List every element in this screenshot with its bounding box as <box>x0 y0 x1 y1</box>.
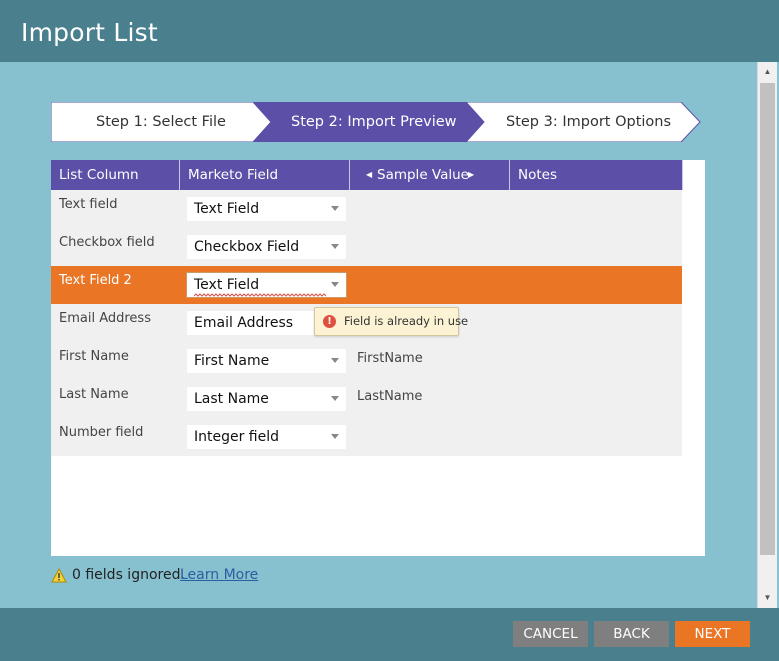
marketo-field-select[interactable]: Text Field <box>187 197 346 221</box>
error-icon: ! <box>323 315 336 328</box>
marketo-field-select[interactable]: Integer field <box>187 425 346 449</box>
list-column-name: First Name <box>59 349 129 364</box>
field-in-use-tooltip: ! Field is already in use <box>314 307 468 336</box>
scroll-up-icon[interactable]: ▲ <box>758 62 777 82</box>
wizard-steps: Step 1: Select File Step 2: Import Previ… <box>51 102 701 142</box>
list-column-name: Email Address <box>59 311 151 326</box>
table-header: List Column Marketo Field ◀ Sample Value… <box>51 160 683 190</box>
list-column-name: Number field <box>59 425 144 440</box>
step-label: Step 2: Import Preview <box>291 114 457 130</box>
chevron-down-icon <box>331 358 339 363</box>
step-label: Step 1: Select File <box>96 114 226 130</box>
list-column-name: Last Name <box>59 387 129 402</box>
cancel-button[interactable]: CANCEL <box>513 621 588 647</box>
header-marketo-field: Marketo Field <box>180 160 350 190</box>
list-column-name: Checkbox field <box>59 235 155 250</box>
step-label: Step 3: Import Options <box>506 114 672 130</box>
table-row: Checkbox field Checkbox Field <box>51 228 682 266</box>
chevron-down-icon <box>331 282 339 287</box>
list-column-name: Text field <box>59 197 118 212</box>
dialog-footer: CANCEL BACK NEXT <box>0 608 779 661</box>
marketo-field-select[interactable]: Checkbox Field <box>187 235 346 259</box>
marketo-field-select[interactable]: Last Name <box>187 387 346 411</box>
tooltip-text: Field is already in use <box>344 314 469 328</box>
learn-more-link[interactable]: Learn More <box>180 567 258 583</box>
table-row: Last Name Last Name LastName <box>51 380 682 418</box>
scroll-down-icon[interactable]: ▼ <box>758 588 777 608</box>
sample-value: LastName <box>357 389 423 404</box>
marketo-field-select[interactable]: Text Field <box>186 272 347 298</box>
table-row: First Name First Name FirstName <box>51 342 682 380</box>
next-sample-icon[interactable]: ▶ <box>468 160 474 190</box>
table-row-error: Text Field 2 Text Field <box>51 266 682 304</box>
table-row: Number field Integer field <box>51 418 682 456</box>
step-select-file[interactable]: Step 1: Select File <box>51 102 281 142</box>
chevron-down-icon <box>331 244 339 249</box>
prev-sample-icon[interactable]: ◀ <box>366 160 372 190</box>
step-import-preview[interactable]: Step 2: Import Preview <box>253 102 493 142</box>
warning-icon <box>51 568 67 583</box>
dialog-title: Import List <box>21 18 158 47</box>
back-button[interactable]: BACK <box>594 621 669 647</box>
spellcheck-squiggle <box>194 293 326 297</box>
header-sample-value: ◀ Sample Value ▶ <box>350 160 510 190</box>
import-preview-panel: List Column Marketo Field ◀ Sample Value… <box>51 160 705 556</box>
header-notes: Notes <box>510 160 683 190</box>
vertical-scrollbar[interactable]: ▲ ▼ <box>757 62 777 608</box>
chevron-down-icon <box>331 434 339 439</box>
chevron-down-icon <box>331 206 339 211</box>
chevron-down-icon <box>331 396 339 401</box>
fields-ignored-text: 0 fields ignored. <box>72 567 185 583</box>
next-button[interactable]: NEXT <box>675 621 750 647</box>
step-import-options[interactable]: Step 3: Import Options <box>466 102 706 142</box>
list-column-name: Text Field 2 <box>59 273 132 288</box>
import-list-dialog: Import List ▲ ▼ Step 1: Select File Step… <box>0 0 779 661</box>
header-list-column: List Column <box>51 160 180 190</box>
scroll-thumb[interactable] <box>760 83 775 555</box>
dialog-titlebar: Import List <box>0 0 779 62</box>
sample-value: FirstName <box>357 351 423 366</box>
table-row: Text field Text Field <box>51 190 682 228</box>
marketo-field-select[interactable]: First Name <box>187 349 346 373</box>
